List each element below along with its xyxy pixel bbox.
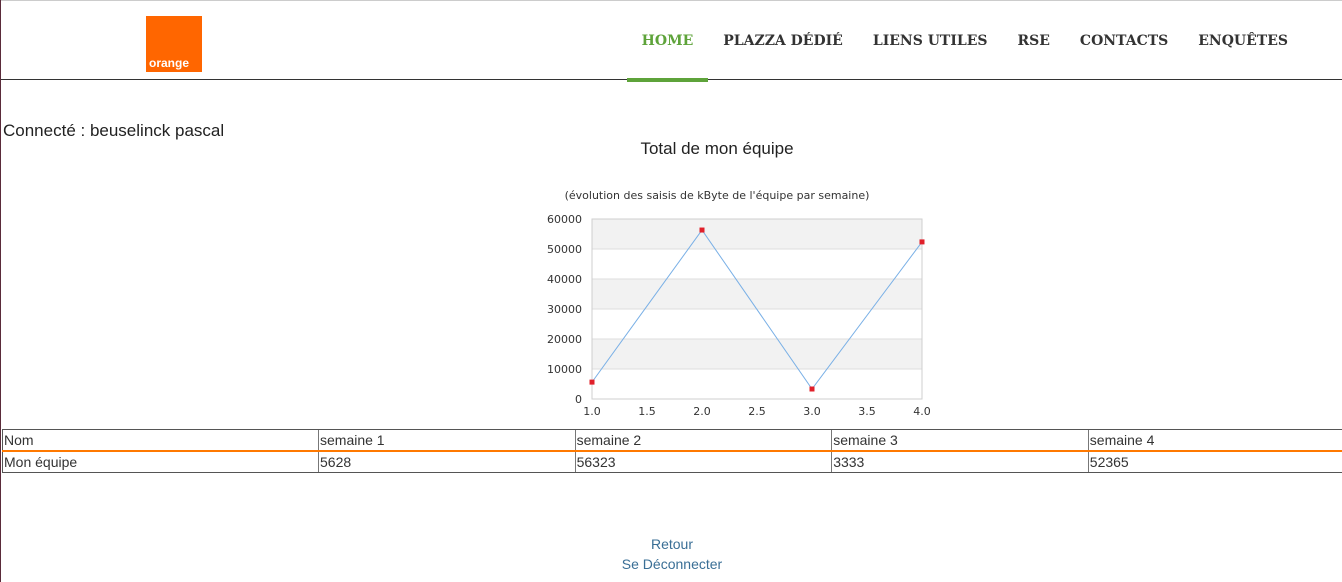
nav-item-enquetes[interactable]: ENQUÊTES xyxy=(1183,1,1303,81)
data-point xyxy=(809,386,815,392)
y-tick-label: 50000 xyxy=(547,243,582,256)
nav-item-rse[interactable]: RSE xyxy=(1003,1,1065,81)
table-cell: 52365 xyxy=(1087,450,1342,473)
nav-item-plazza-dedie[interactable]: PLAZZA DÉDIÉ xyxy=(708,1,858,81)
y-tick-label: 0 xyxy=(575,393,582,406)
chart-band xyxy=(592,249,922,279)
nav-item-home[interactable]: HOME xyxy=(626,1,709,82)
x-tick-label: 1.5 xyxy=(638,405,656,418)
table-header-cell: semaine 4 xyxy=(1087,429,1342,452)
table-header-cell: semaine 3 xyxy=(831,429,1089,452)
nav-item-liens-utiles[interactable]: LIENS UTILES xyxy=(858,1,1003,81)
chart-subtitle: (évolution des saisis de kByte de l'équi… xyxy=(564,189,870,202)
table-header-cell: Nom xyxy=(2,429,319,452)
data-point xyxy=(589,379,595,385)
table-cell: 56323 xyxy=(574,450,832,473)
chart-band xyxy=(592,339,922,369)
chart-band xyxy=(592,279,922,309)
logout-link[interactable]: Se Déconnecter xyxy=(1,554,1342,574)
table-header-row: Nom semaine 1 semaine 2 semaine 3 semain… xyxy=(2,429,1342,452)
nav-item-contacts[interactable]: CONTACTS xyxy=(1065,1,1183,81)
chart-title: Total de mon équipe xyxy=(640,139,794,158)
table-header-cell: semaine 2 xyxy=(574,429,832,452)
x-tick-label: 2.0 xyxy=(693,405,711,418)
main-nav: HOME PLAZZA DÉDIÉ LIENS UTILES RSE CONTA… xyxy=(626,1,1303,82)
table-header-cell: semaine 1 xyxy=(318,429,576,452)
chart-band xyxy=(592,219,922,249)
orange-logo[interactable]: orange xyxy=(146,16,202,72)
logo-text: orange xyxy=(149,56,190,70)
table-cell: 3333 xyxy=(831,450,1089,473)
y-tick-label: 10000 xyxy=(547,363,582,376)
table-cell: Mon équipe xyxy=(2,450,319,473)
table-cell: 5628 xyxy=(318,450,576,473)
x-tick-label: 3.5 xyxy=(858,405,876,418)
y-tick-label: 60000 xyxy=(547,213,582,226)
x-tick-label: 2.5 xyxy=(748,405,766,418)
y-tick-label: 40000 xyxy=(547,273,582,286)
x-tick-label: 3.0 xyxy=(803,405,821,418)
line-chart: 0 10000 20000 30000 40000 50000 60000 1.0 1.5 2.0… xyxy=(547,213,931,418)
y-tick-label: 30000 xyxy=(547,303,582,316)
site-header: orange HOME PLAZZA DÉDIÉ LIENS UTILES RS… xyxy=(1,0,1342,82)
data-point xyxy=(919,239,925,245)
data-point xyxy=(699,227,705,233)
x-tick-label: 1.0 xyxy=(583,405,601,418)
footer-links: Retour Se Déconnecter xyxy=(1,534,1342,574)
chart-band xyxy=(592,369,922,399)
connected-user-text: Connecté : beuselinck pascal xyxy=(3,121,225,140)
team-table: Nom semaine 1 semaine 2 semaine 3 semain… xyxy=(2,429,1342,473)
x-tick-label: 4.0 xyxy=(913,405,931,418)
table-row: Mon équipe 5628 56323 3333 52365 xyxy=(2,450,1342,473)
y-tick-label: 20000 xyxy=(547,333,582,346)
back-link[interactable]: Retour xyxy=(1,534,1342,554)
